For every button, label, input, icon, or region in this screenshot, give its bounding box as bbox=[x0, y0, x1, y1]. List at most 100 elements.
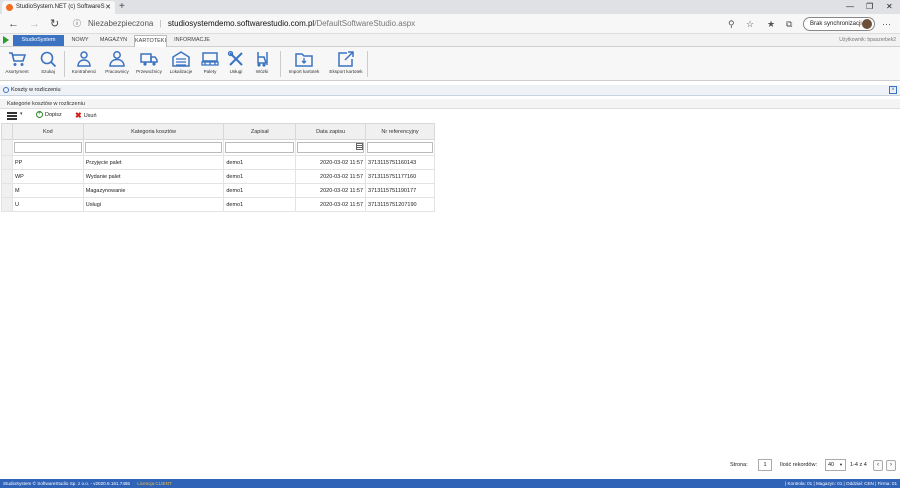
row-selector bbox=[1, 139, 13, 156]
forward-icon[interactable]: → bbox=[29, 17, 40, 31]
export-icon bbox=[338, 51, 354, 67]
tab-kartoteki[interactable]: KARTOTEKI bbox=[134, 35, 167, 47]
filter-nr-ref-input[interactable] bbox=[367, 142, 433, 153]
column-header-kod[interactable]: Kod bbox=[11, 123, 84, 140]
module-subtitle: Kategorie kosztów w rozliczeniu bbox=[0, 99, 900, 109]
row-selector[interactable] bbox=[1, 169, 13, 184]
ribbon-button-palety[interactable]: Palety bbox=[198, 49, 222, 79]
collections-icon[interactable]: ⧉ bbox=[786, 17, 792, 31]
add-label: Dopisz bbox=[45, 112, 62, 118]
info-icon[interactable]: ⓘ bbox=[73, 17, 81, 31]
reload-icon[interactable]: ↻ bbox=[50, 17, 59, 31]
cell-zapisal: demo1 bbox=[223, 197, 297, 212]
tab-magazyn[interactable]: MAGAZYN bbox=[97, 35, 130, 47]
column-header-zapisal[interactable]: Zapisał bbox=[223, 123, 297, 140]
ribbon-label: Palety bbox=[203, 69, 217, 74]
ribbon-separator bbox=[280, 51, 281, 77]
row-selector[interactable] bbox=[1, 197, 13, 212]
favorites-bar-icon[interactable]: ★ bbox=[767, 17, 775, 31]
minimize-icon[interactable]: — bbox=[846, 0, 854, 14]
ribbon-button-kontrahenci[interactable]: Kontrahenci bbox=[68, 49, 100, 79]
browser-tab[interactable]: StudioSystem.NET (c) SoftwareS ✕ bbox=[2, 1, 115, 14]
user-label: Użytkownik: bpaszerbek2 bbox=[839, 37, 896, 43]
row-selector[interactable] bbox=[1, 183, 13, 198]
row-selector[interactable] bbox=[1, 155, 13, 170]
module-icon bbox=[3, 87, 9, 93]
filter-cell bbox=[82, 139, 225, 156]
chevron-down-icon[interactable]: ▾ bbox=[20, 111, 23, 117]
cell-zapisal: demo1 bbox=[223, 155, 297, 170]
column-header-kategoria[interactable]: Kategoria kosztów bbox=[82, 123, 225, 140]
module-close-icon[interactable]: × bbox=[889, 86, 897, 94]
prev-page-button[interactable]: ‹ bbox=[873, 460, 883, 471]
contractors-icon bbox=[77, 51, 91, 67]
filter-cell bbox=[11, 139, 84, 156]
row-selector-header bbox=[1, 123, 13, 140]
tab-nowy[interactable]: NOWY bbox=[68, 35, 92, 47]
table-row[interactable]: U Usługi demo1 2020-03-02 11:57 37131157… bbox=[1, 197, 435, 212]
filter-kod-input[interactable] bbox=[13, 142, 82, 153]
ribbon-label: Przewoźnicy bbox=[136, 69, 162, 74]
column-header-nr-referencyjny[interactable]: Nr referencyjny bbox=[365, 123, 435, 140]
cell-zapisal: demo1 bbox=[223, 183, 297, 198]
close-window-icon[interactable]: ✕ bbox=[886, 0, 893, 14]
ribbon-label: Asortyment bbox=[5, 69, 29, 74]
column-header-data-zapisu[interactable]: Data zapisu bbox=[295, 123, 367, 140]
cell-data-zapisu: 2020-03-02 11:57 bbox=[295, 169, 367, 184]
truck-icon bbox=[140, 53, 158, 66]
ribbon-button-uslugi[interactable]: Usługi bbox=[224, 49, 248, 79]
cell-data-zapisu: 2020-03-02 11:57 bbox=[295, 197, 367, 212]
app-menu-button[interactable]: StudioSystem bbox=[13, 35, 64, 46]
cell-zapisal: demo1 bbox=[223, 169, 297, 184]
ribbon-label: Import kartotek bbox=[288, 69, 320, 74]
ribbon-button-lokalizacje[interactable]: Lokalizacje bbox=[166, 49, 196, 79]
tab-informacje[interactable]: INFORMACJE bbox=[172, 35, 212, 47]
ribbon-button-import[interactable]: Import kartotek bbox=[285, 49, 323, 79]
filter-data-input[interactable] bbox=[297, 142, 365, 153]
calendar-icon[interactable] bbox=[356, 143, 364, 150]
back-icon[interactable]: ← bbox=[8, 17, 19, 31]
table-row[interactable]: PP Przyjęcie palet demo1 2020-03-02 11:5… bbox=[1, 155, 435, 170]
filter-kategoria-input[interactable] bbox=[84, 142, 223, 153]
ribbon-button-przewoznicy[interactable]: Przewoźnicy bbox=[134, 49, 164, 79]
menu-hamburger-icon[interactable] bbox=[7, 112, 17, 120]
table-header-row: Kod Kategoria kosztów Zapisał Data zapis… bbox=[1, 123, 435, 140]
ribbon-button-szukaj[interactable]: Szukaj bbox=[36, 49, 60, 79]
ribbon-label: Kontrahenci bbox=[71, 69, 97, 74]
play-icon[interactable] bbox=[3, 36, 9, 44]
table-row[interactable]: WP Wydanie palet demo1 2020-03-02 11:57 … bbox=[1, 169, 435, 184]
url-field[interactable]: Niezabezpieczona | studiosystemdemo.soft… bbox=[88, 17, 415, 31]
cost-categories-table: Kod Kategoria kosztów Zapisał Data zapis… bbox=[1, 123, 435, 212]
close-tab-icon[interactable]: ✕ bbox=[105, 1, 111, 14]
profile-avatar bbox=[862, 19, 872, 29]
cell-kategoria: Magazynowanie bbox=[82, 183, 225, 198]
records-label: Ilość rekordów: bbox=[780, 462, 817, 468]
table-row[interactable]: M Magazynowanie demo1 2020-03-02 11:57 3… bbox=[1, 183, 435, 198]
ribbon-button-pracownicy[interactable]: Pracownicy bbox=[102, 49, 132, 79]
browser-tab-bar: StudioSystem.NET (c) SoftwareS ✕ + — ❐ ✕ bbox=[0, 0, 900, 14]
filter-zapisal-input[interactable] bbox=[225, 142, 295, 153]
favorite-star-icon[interactable]: ☆ bbox=[746, 17, 754, 31]
ribbon-button-eksport[interactable]: Eksport kartotek bbox=[326, 49, 366, 79]
add-button[interactable]: + Dopisz bbox=[36, 111, 62, 120]
status-license: Licencja CLIENT bbox=[137, 481, 172, 486]
more-menu-icon[interactable]: ⋯ bbox=[882, 17, 891, 31]
ribbon-button-asortyment[interactable]: Asortyment bbox=[2, 49, 32, 79]
cell-data-zapisu: 2020-03-02 11:57 bbox=[295, 155, 367, 170]
new-tab-button[interactable]: + bbox=[119, 0, 125, 14]
sync-label: Brak synchronizacji bbox=[810, 21, 862, 27]
cell-kod: U bbox=[11, 197, 84, 212]
cell-kategoria: Wydanie palet bbox=[82, 169, 225, 184]
delete-button[interactable]: ✖ Usuń bbox=[75, 111, 97, 121]
sync-button[interactable]: Brak synchronizacji bbox=[803, 17, 875, 31]
ribbon-button-wozki[interactable]: Wózki bbox=[250, 49, 274, 79]
ribbon-separator bbox=[367, 51, 368, 77]
records-select[interactable]: 40 ▼ bbox=[825, 459, 846, 471]
next-page-button[interactable]: › bbox=[886, 460, 896, 471]
zoom-icon[interactable]: ⚲ bbox=[728, 17, 735, 31]
search-icon bbox=[40, 51, 57, 68]
module-title: Koszty w rozliczeniu bbox=[11, 87, 61, 93]
maximize-icon[interactable]: ❐ bbox=[866, 0, 873, 14]
page-input[interactable]: 1 bbox=[758, 459, 772, 471]
cell-kod: PP bbox=[11, 155, 84, 170]
